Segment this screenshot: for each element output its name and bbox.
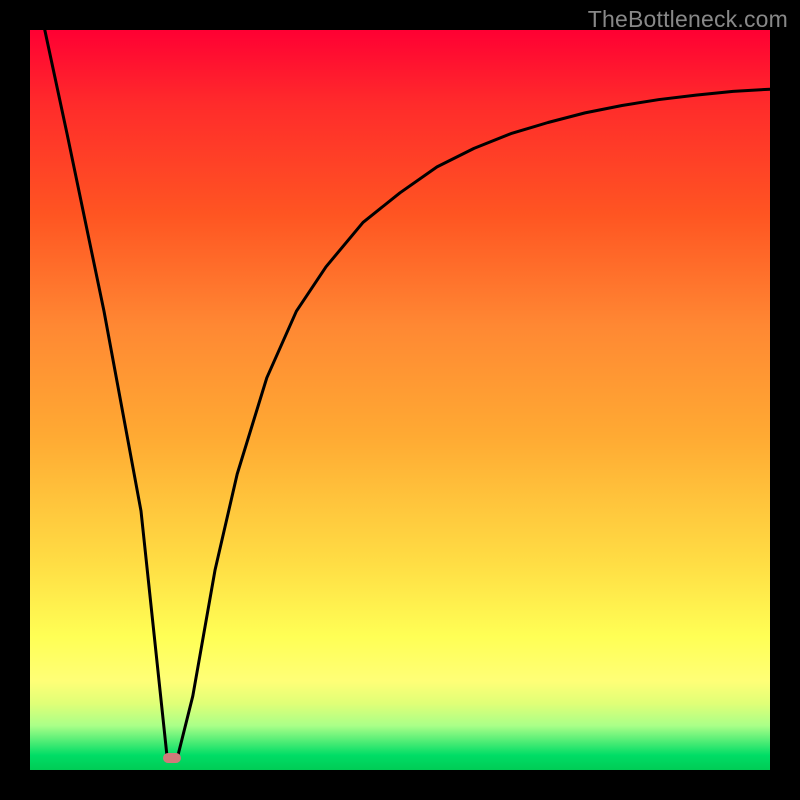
bottleneck-curve-path [45,30,770,755]
curve-layer [30,30,770,770]
watermark-text: TheBottleneck.com [588,6,788,33]
optimal-point-marker [163,753,181,763]
plot-area [30,30,770,770]
chart-frame: TheBottleneck.com [0,0,800,800]
